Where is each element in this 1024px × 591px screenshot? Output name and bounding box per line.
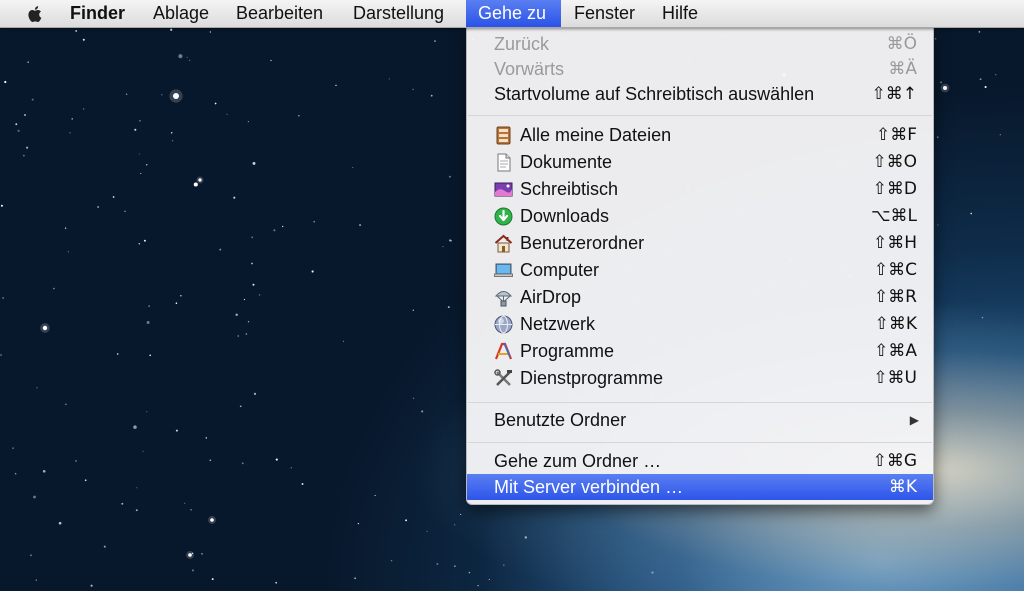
- desktop-icon: [494, 182, 513, 197]
- menu-item-benutzte-ordner[interactable]: Benutzte Ordner ▶: [467, 407, 933, 433]
- menu-item-downloads[interactable]: Downloads ⌥⌘L: [467, 203, 933, 229]
- utilities-icon: [494, 369, 512, 386]
- menu-item-label: Programme: [520, 341, 615, 361]
- menu-item-label: Dienstprogramme: [520, 368, 664, 388]
- apple-logo-icon[interactable]: [24, 3, 46, 25]
- menu-darstellung[interactable]: Darstellung: [341, 0, 456, 27]
- menu-item-benutzerordner[interactable]: Benutzerordner ⇧⌘H: [467, 230, 933, 256]
- menu-item-label: Dokumente: [520, 152, 613, 172]
- menu-item-zurueck[interactable]: Zurück ⌘Ö: [467, 31, 933, 57]
- menu-item-startvolume[interactable]: Startvolume auf Schreibtisch auswählen ⇧…: [467, 81, 933, 107]
- menu-item-label: Zurück: [494, 34, 550, 54]
- menu-gehe-zu[interactable]: Gehe zu: [466, 0, 561, 27]
- menu-item-label: Schreibtisch: [520, 179, 619, 199]
- menu-fenster[interactable]: Fenster: [562, 0, 647, 27]
- menu-item-label: Mit Server verbinden …: [494, 477, 684, 497]
- network-icon: [494, 315, 513, 334]
- menu-bearbeiten[interactable]: Bearbeiten: [224, 0, 335, 27]
- menu-item-vorwaerts[interactable]: Vorwärts ⌘Ä: [467, 56, 933, 82]
- menu-item-shortcut: ⇧⌘G: [872, 451, 917, 471]
- menu-item-shortcut: ⌘Ä: [888, 59, 917, 79]
- menu-finder[interactable]: Finder: [58, 0, 137, 27]
- menu-item-gehe-zum-ordner[interactable]: Gehe zum Ordner … ⇧⌘G: [467, 448, 933, 474]
- document-icon: [497, 153, 511, 172]
- menu-hilfe[interactable]: Hilfe: [650, 0, 710, 27]
- menu-item-shortcut: ⇧⌘C: [873, 260, 917, 280]
- menu-item-programme[interactable]: Programme ⇧⌘A: [467, 338, 933, 364]
- menu-item-label: Benutzte Ordner: [494, 410, 627, 430]
- menu-item-label: AirDrop: [520, 287, 582, 307]
- menu-item-shortcut: ⇧⌘O: [872, 152, 917, 172]
- menu-item-label: Alle meine Dateien: [520, 125, 672, 145]
- menu-item-airdrop[interactable]: AirDrop ⇧⌘R: [467, 284, 933, 310]
- computer-icon: [494, 263, 513, 277]
- menu-separator: [468, 442, 932, 443]
- menu-separator: [468, 402, 932, 403]
- menu-item-label: Downloads: [520, 206, 610, 226]
- submenu-arrow-icon: ▶: [909, 413, 919, 427]
- menu-item-label: Computer: [520, 260, 600, 280]
- menu-item-shortcut: ⇧⌘D: [872, 179, 917, 199]
- menu-item-dokumente[interactable]: Dokumente ⇧⌘O: [467, 149, 933, 175]
- airdrop-icon: [494, 291, 513, 307]
- menu-item-dienstprogramme[interactable]: Dienstprogramme ⇧⌘U: [467, 365, 933, 391]
- menu-item-shortcut: ⇧⌘↑: [871, 84, 918, 104]
- home-icon: [494, 234, 513, 253]
- menu-ablage[interactable]: Ablage: [141, 0, 221, 27]
- menu-item-shortcut: ⇧⌘A: [874, 341, 917, 361]
- menu-item-shortcut: ⇧⌘U: [873, 368, 917, 388]
- menu-item-netzwerk[interactable]: Netzwerk ⇧⌘K: [467, 311, 933, 337]
- all-files-icon: [496, 126, 511, 145]
- menu-item-label: Gehe zum Ordner …: [494, 451, 662, 471]
- menu-item-shortcut: ⇧⌘F: [875, 125, 917, 145]
- menu-item-shortcut: ⇧⌘K: [874, 314, 917, 334]
- menu-item-alle-meine-dateien[interactable]: Alle meine Dateien ⇧⌘F: [467, 122, 933, 148]
- menu-bar: Finder Ablage Bearbeiten Darstellung Geh…: [0, 0, 1024, 28]
- menu-item-label: Startvolume auf Schreibtisch auswählen: [494, 84, 815, 104]
- menu-item-shortcut: ⇧⌘R: [873, 287, 917, 307]
- menu-item-shortcut: ⌥⌘L: [870, 206, 917, 226]
- menu-item-label: Vorwärts: [494, 59, 565, 79]
- menu-item-shortcut: ⇧⌘H: [872, 233, 917, 253]
- menu-item-label: Benutzerordner: [520, 233, 645, 253]
- menu-item-mit-server-verbinden[interactable]: Mit Server verbinden … ⌘K: [467, 474, 933, 500]
- applications-icon: [494, 342, 513, 360]
- menu-separator: [468, 115, 932, 116]
- menu-item-schreibtisch[interactable]: Schreibtisch ⇧⌘D: [467, 176, 933, 202]
- menu-item-label: Netzwerk: [520, 314, 596, 334]
- downloads-icon: [494, 207, 513, 226]
- gehe-zu-dropdown-menu: Zurück ⌘Ö Vorwärts ⌘Ä Startvolume auf Sc…: [466, 27, 934, 505]
- menu-item-shortcut: ⌘K: [888, 477, 917, 497]
- menu-item-shortcut: ⌘Ö: [886, 34, 917, 54]
- menu-item-computer[interactable]: Computer ⇧⌘C: [467, 257, 933, 283]
- desktop-background: Finder Ablage Bearbeiten Darstellung Geh…: [0, 0, 1024, 591]
